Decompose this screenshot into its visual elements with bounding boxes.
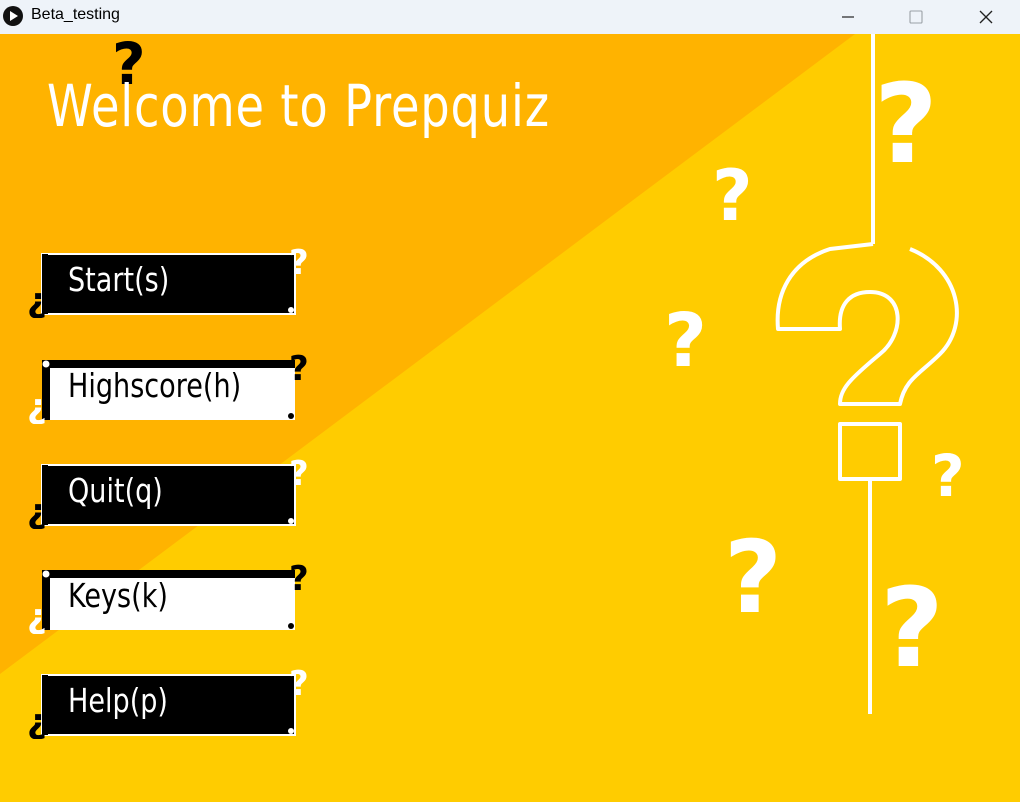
svg-text:?: ? [874,60,938,174]
window-title: Beta_testing [31,6,120,23]
inverted-question-mark-icon: ¿ [27,281,47,318]
minimize-icon [842,16,854,18]
question-mark-icon: ? [289,559,309,594]
close-icon [979,10,993,24]
game-canvas[interactable]: ? Welcome to Prepquiz ? ? ? ? ? ? ? ¿ St… [0,34,1020,802]
svg-text:?: ? [289,454,309,489]
question-mark-icon: ? [664,298,707,376]
svg-text:?: ? [931,442,965,502]
svg-text:?: ? [724,519,782,622]
svg-text:¿: ¿ [27,492,47,529]
svg-text:¿: ¿ [27,597,47,634]
quit-label: Quit(q) [68,471,163,510]
svg-text:?: ? [289,243,309,278]
highscore-button[interactable]: ? ¿ Highscore(h) [27,349,312,424]
svg-text:?: ? [289,349,309,384]
svg-text:¿: ¿ [27,387,47,424]
start-button[interactable]: ? ¿ Start(s) [27,243,312,318]
help-button[interactable]: ? ¿ Help(p) [27,664,312,739]
inverted-question-mark-icon: ¿ [27,387,47,424]
svg-text:?: ? [289,664,309,699]
question-mark-icon: ? [712,155,753,229]
inverted-question-mark-icon: ¿ [27,492,47,529]
svg-text:?: ? [664,298,707,376]
question-mark-icon: ? [931,442,965,502]
close-button[interactable] [952,0,1020,34]
question-mark-icon: ? [289,349,309,384]
question-mark-icon: ? [289,664,309,699]
inverted-question-mark-icon: ¿ [27,597,47,634]
app-window: Beta_testing ? Welcome to Prepquiz ? ? ?… [0,0,1020,802]
svg-text:?: ? [712,155,753,229]
question-mark-icon: ? [874,60,938,174]
svg-text:?: ? [289,559,309,594]
help-label: Help(p) [68,681,168,720]
svg-text:¿: ¿ [27,702,47,739]
keys-label: Keys(k) [68,576,168,615]
question-mark-icon: ? [289,243,309,278]
maximize-icon [909,10,923,24]
highscore-label: Highscore(h) [68,366,242,405]
quit-button[interactable]: ? ¿ Quit(q) [27,454,312,529]
minimize-button[interactable] [814,0,882,34]
svg-text:¿: ¿ [27,281,47,318]
question-mark-icon: ? [289,454,309,489]
title-bar[interactable]: Beta_testing [0,0,1020,34]
maximize-button[interactable] [882,0,950,34]
start-label: Start(s) [68,260,170,299]
play-icon [3,6,23,26]
svg-text:?: ? [880,564,944,676]
question-mark-icon: ? [724,519,782,622]
page-title: Welcome to Prepquiz [47,72,550,140]
inverted-question-mark-icon: ¿ [27,702,47,739]
keys-button[interactable]: ? ¿ Keys(k) [27,559,312,634]
question-mark-icon: ? [880,564,944,676]
